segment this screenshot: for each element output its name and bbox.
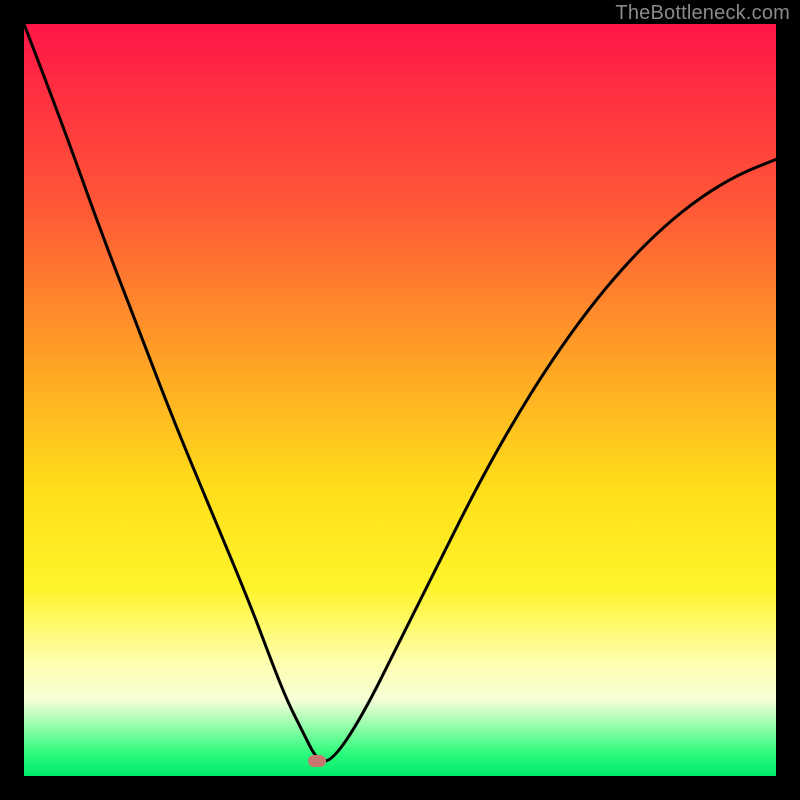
plot-area (24, 24, 776, 776)
bottleneck-curve (24, 24, 776, 776)
chart-frame: TheBottleneck.com (0, 0, 800, 800)
bottleneck-marker (308, 755, 326, 767)
watermark-text: TheBottleneck.com (615, 2, 790, 25)
